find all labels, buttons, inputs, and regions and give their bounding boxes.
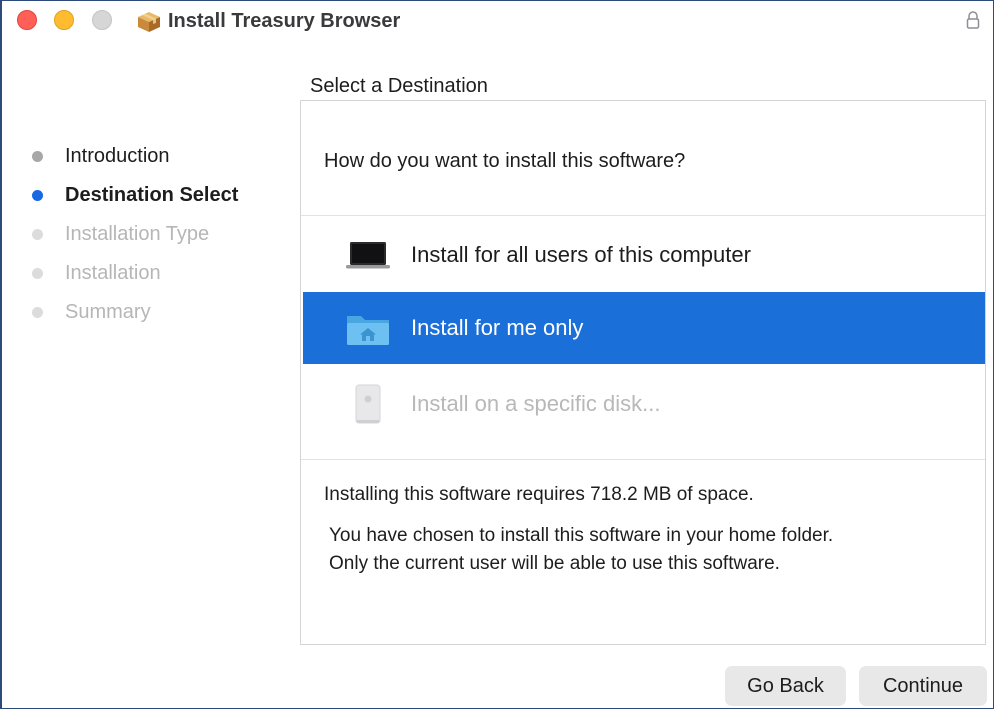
divider <box>301 459 985 460</box>
step-label: Introduction <box>65 145 170 167</box>
home-folder-icon <box>347 316 389 345</box>
step-label: Installation <box>65 262 161 284</box>
option-me-only[interactable]: Install for me only <box>303 292 985 364</box>
divider <box>301 215 985 216</box>
package-icon <box>138 12 160 32</box>
minimize-window-button[interactable] <box>54 10 74 30</box>
install-question: How do you want to install this software… <box>324 150 686 172</box>
explanation-line: Only the current user will be able to us… <box>329 553 780 574</box>
continue-button[interactable]: Continue <box>859 666 987 706</box>
step-dot <box>32 229 43 240</box>
step-label: Destination Select <box>65 184 239 206</box>
explanation-line: You have chosen to install this software… <box>329 525 834 546</box>
space-required-text: Installing this software requires 718.2 … <box>324 484 754 505</box>
destination-explanation: You have chosen to install this software… <box>329 522 833 578</box>
disk-icon <box>355 384 381 424</box>
option-label: Install for all users of this computer <box>411 242 751 267</box>
step-dot <box>32 307 43 318</box>
option-label: Install on a specific disk... <box>411 391 661 416</box>
option-specific-disk[interactable]: Install on a specific disk... <box>303 368 985 440</box>
close-window-button[interactable] <box>17 10 37 30</box>
laptop-icon <box>346 242 390 269</box>
step-dot <box>32 151 43 162</box>
step-label: Summary <box>65 301 151 323</box>
zoom-window-button[interactable] <box>92 10 112 30</box>
installer-window: Install Treasury Browser Introduction De… <box>0 0 994 709</box>
step-dot <box>32 190 43 201</box>
option-all-users[interactable]: Install for all users of this computer <box>303 219 985 291</box>
step-dot <box>32 268 43 279</box>
title-bar: Install Treasury Browser <box>2 1 993 41</box>
go-back-button[interactable]: Go Back <box>725 666 846 706</box>
window-title: Install Treasury Browser <box>168 10 401 32</box>
lock-icon[interactable] <box>965 10 981 30</box>
destination-panel: How do you want to install this software… <box>300 100 986 645</box>
option-label: Install for me only <box>411 315 584 340</box>
step-label: Installation Type <box>65 223 210 245</box>
page-title: Select a Destination <box>310 75 488 97</box>
